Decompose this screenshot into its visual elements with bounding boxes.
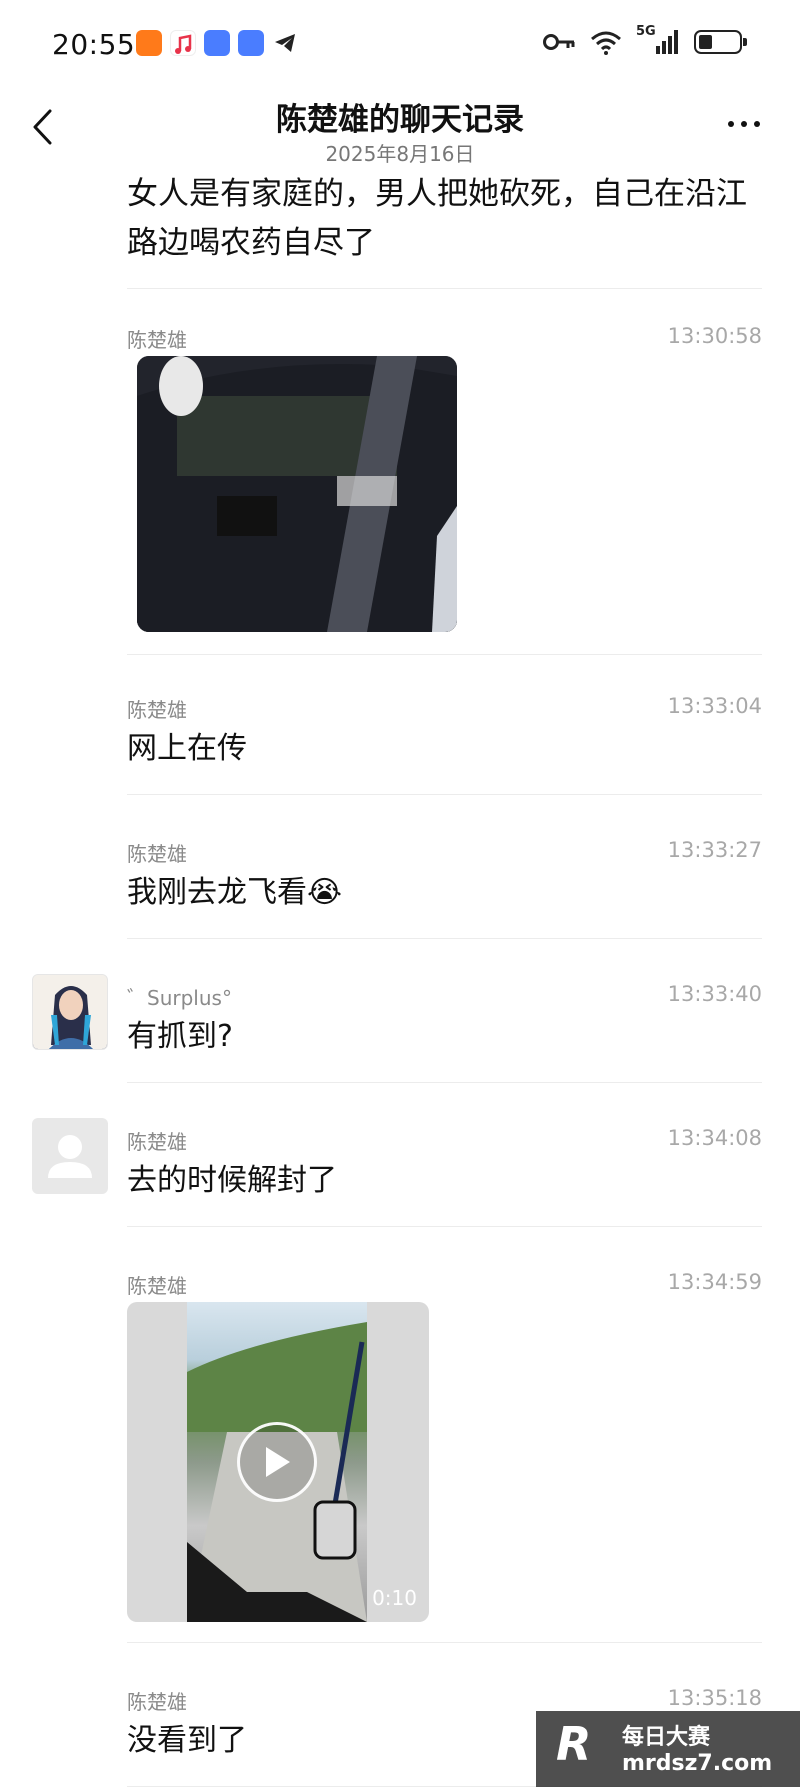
video-duration: 0:10 (372, 1586, 417, 1610)
divider (127, 288, 762, 289)
message-text[interactable]: 网上在传 (127, 726, 247, 771)
divider (127, 794, 762, 795)
notification-icons (136, 30, 298, 56)
signal-icon (656, 30, 678, 54)
divider (127, 1642, 762, 1643)
divider (127, 938, 762, 939)
message-time: 13:34:59 (667, 1270, 762, 1294)
message-time: 13:34:08 (667, 1126, 762, 1150)
message-image[interactable] (137, 356, 457, 632)
message-time: 13:35:18 (667, 1686, 762, 1710)
sender-name: 陈楚雄 (127, 842, 187, 866)
watermark-title: 每日大赛 (622, 1725, 711, 1750)
message-text[interactable]: 没看到了 (127, 1718, 247, 1763)
app-icon (204, 30, 230, 56)
message-time: 13:33:04 (667, 694, 762, 718)
message-text[interactable]: 女人是有家庭的，男人把她砍死，自己在沿江路边喝农药自尽了 (127, 170, 767, 268)
taobao-icon (136, 30, 162, 56)
sender-name: 陈楚雄 (127, 1274, 187, 1298)
message-item: 陈楚雄 13:33:27 我刚去龙飞看😭 (0, 834, 800, 939)
message-text[interactable]: 去的时候解封了 (127, 1158, 337, 1203)
telegram-icon (272, 30, 298, 56)
message-item: 陈楚雄 13:34:59 0:10 (0, 1266, 800, 1643)
message-time: 13:30:58 (667, 324, 762, 348)
sender-name: 陈楚雄 (127, 1130, 187, 1154)
message-item: 陈楚雄 13:33:04 网上在传 (0, 690, 800, 795)
battery-level (699, 35, 713, 49)
message-text[interactable]: 我刚去龙飞看😭 (127, 870, 342, 915)
status-indicators: 5G (542, 24, 747, 56)
message-text[interactable]: 有抓到? (127, 1014, 233, 1059)
app-icon (238, 30, 264, 56)
message-item: 女人是有家庭的，男人把她砍死，自己在沿江路边喝农药自尽了 (0, 170, 800, 289)
chat-header: 陈楚雄的聊天记录 2025年8月16日 (0, 92, 800, 170)
chat-date: 2025年8月16日 (325, 142, 475, 166)
wifi-icon (591, 31, 621, 55)
signal-indicator: 5G (636, 24, 680, 56)
divider (127, 1226, 762, 1227)
message-item: 陈楚雄 13:30:58 (0, 320, 800, 655)
avatar[interactable] (32, 1118, 108, 1194)
video-message[interactable]: 0:10 (127, 1302, 429, 1622)
play-button[interactable] (237, 1422, 317, 1502)
status-bar: 20:55 5G (0, 0, 800, 92)
more-button[interactable] (722, 114, 766, 134)
message-item: ゛Surplus° 13:33:40 有抓到? (0, 974, 800, 1083)
message-time: 13:33:27 (667, 838, 762, 862)
default-user-icon (48, 1135, 92, 1178)
key-icon (543, 34, 575, 50)
avatar-image (33, 975, 107, 1049)
sender-name: 陈楚雄 (127, 698, 187, 722)
sender-name: ゛Surplus° (127, 986, 232, 1010)
divider (127, 654, 762, 655)
music-icon (170, 30, 196, 56)
battery-icon (694, 30, 747, 54)
avatar[interactable] (32, 974, 108, 1050)
page-title: 陈楚雄的聊天记录 (276, 102, 524, 138)
more-dot (728, 121, 734, 127)
watermark-url: mrdsz7.com (622, 1751, 773, 1776)
more-dot (754, 121, 760, 127)
car-photo (137, 356, 457, 632)
message-time: 13:33:40 (667, 982, 762, 1006)
watermark-logo: R (556, 1717, 592, 1771)
more-dot (741, 121, 747, 127)
divider (127, 1082, 762, 1083)
watermark: R 每日大赛 mrdsz7.com (536, 1711, 800, 1787)
message-item: 陈楚雄 13:34:08 去的时候解封了 (0, 1118, 800, 1227)
sender-name: 陈楚雄 (127, 328, 187, 352)
sender-name: 陈楚雄 (127, 1690, 187, 1714)
play-icon (266, 1447, 290, 1477)
status-time: 20:55 (52, 28, 136, 61)
